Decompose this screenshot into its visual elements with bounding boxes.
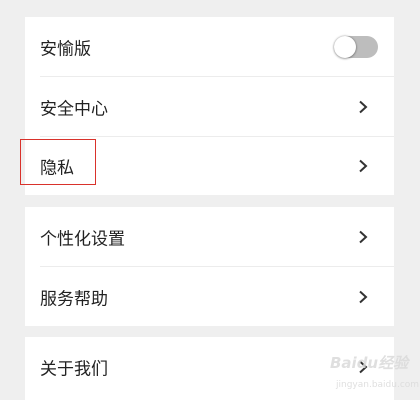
chevron-right-icon (359, 100, 368, 114)
security-center-row[interactable]: 安全中心 (25, 77, 394, 137)
watermark-url: jingyan.baidu.com (336, 380, 420, 390)
slow-mode-row[interactable]: 安愉版 (25, 17, 394, 77)
chevron-right-icon (359, 290, 368, 303)
annotation-highlight-box (20, 139, 96, 185)
about-us-label: 关于我们 (40, 359, 108, 380)
chevron-right-icon (359, 159, 368, 173)
service-help-label: 服务帮助 (40, 289, 108, 309)
toggle-knob (334, 36, 356, 58)
service-help-row[interactable]: 服务帮助 (25, 267, 394, 326)
security-center-label: 安全中心 (40, 99, 108, 120)
personalization-label: 个性化设置 (40, 229, 125, 250)
personalization-row[interactable]: 个性化设置 (25, 207, 394, 267)
slow-mode-toggle[interactable] (334, 36, 378, 58)
baidu-watermark: Baidu经验 jingyan.baidu.com (328, 348, 419, 396)
settings-group-2: 个性化设置 服务帮助 (25, 207, 394, 326)
chevron-right-icon (359, 230, 368, 244)
slow-mode-label: 安愉版 (40, 39, 91, 60)
watermark-brand: Baidu经验 (330, 354, 409, 372)
